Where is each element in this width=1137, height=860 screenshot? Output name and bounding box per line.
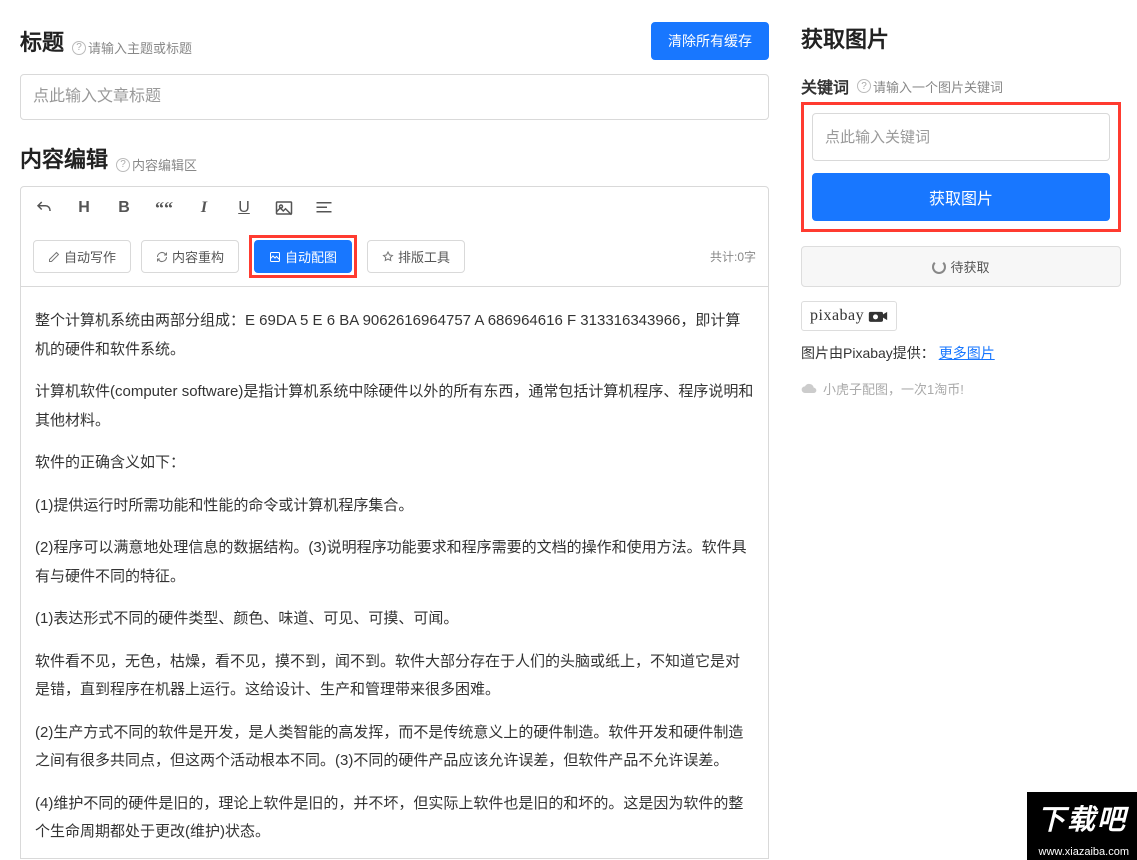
more-images-link[interactable]: 更多图片 [939, 345, 995, 361]
auto-image-button[interactable]: 自动配图 [254, 240, 352, 273]
editor-paragraph: 软件看不见，无色，枯燥，看不见，摸不到，闻不到。软件大部分存在于人们的头脑或纸上… [35, 648, 754, 705]
watermark-logo: 下载吧 [1027, 792, 1137, 844]
title-header: 标题 ? 请输入主题或标题 清除所有缓存 [20, 22, 769, 60]
camera-icon [868, 309, 888, 323]
editor-paragraph: (1)表达形式不同的硬件类型、颜色、味道、可见、可摸、可闻。 [35, 605, 754, 634]
editor-paragraph: (2)生产方式不同的软件是开发，是人类智能的高发挥，而不是传统意义上的硬件制造。… [35, 719, 754, 776]
watermark-url: www.xiazaiba.com [1027, 844, 1137, 860]
editor-paragraph: (1)提供运行时所需功能和性能的命令或计算机程序集合。 [35, 492, 754, 521]
watermark: 下载吧 www.xiazaiba.com [1027, 792, 1137, 860]
clear-cache-button[interactable]: 清除所有缓存 [651, 22, 769, 60]
editor-paragraph: 软件的正确含义如下： [35, 449, 754, 478]
editor-toolbar: H B ““ I U 自动写作 内容重构 [20, 186, 769, 287]
keyword-hint: ? 请输入一个图片关键词 [857, 77, 1003, 96]
bold-icon[interactable]: B [113, 197, 135, 219]
quote-icon[interactable]: ““ [153, 197, 175, 219]
editor-paragraph: 计算机软件(computer software)是指计算机系统中除硬件以外的所有… [35, 378, 754, 435]
get-image-button[interactable]: 获取图片 [812, 173, 1110, 221]
title-hint: ? 请输入主题或标题 [72, 38, 192, 57]
keyword-highlight-box: 获取图片 [801, 102, 1121, 232]
editor-paragraph: (4)维护不同的硬件是旧的，理论上软件是旧的，并不坏，但实际上软件也是旧的和坏的… [35, 790, 754, 847]
question-icon: ? [116, 158, 130, 172]
content-header: 内容编辑 ? 内容编辑区 [20, 142, 769, 174]
editor-paragraph: 整个计算机系统由两部分组成：E 69DA 5 E 6 BA 9062616964… [35, 307, 754, 364]
question-icon: ? [857, 79, 871, 93]
editor-paragraph: (2)程序可以满意地处理信息的数据结构。(3)说明程序功能要求和程序需要的文档的… [35, 534, 754, 591]
waiting-button[interactable]: 待获取 [801, 246, 1121, 287]
get-image-title: 获取图片 [801, 22, 1121, 54]
auto-write-button[interactable]: 自动写作 [33, 240, 131, 273]
auto-image-highlight: 自动配图 [249, 235, 357, 278]
sidebar: 获取图片 关键词 ? 请输入一个图片关键词 获取图片 待获取 pixabay 图… [785, 0, 1137, 860]
align-left-icon[interactable] [313, 197, 335, 219]
editor-body[interactable]: 整个计算机系统由两部分组成：E 69DA 5 E 6 BA 9062616964… [20, 287, 769, 859]
question-icon: ? [72, 41, 86, 55]
cloud-icon [801, 383, 817, 395]
heading-icon[interactable]: H [73, 197, 95, 219]
title-label: 标题 [20, 25, 64, 57]
spinner-icon [932, 260, 946, 274]
keyword-header: 关键词 ? 请输入一个图片关键词 [801, 74, 1121, 98]
note-line: 小虎子配图，一次1淘币! [801, 379, 1121, 398]
content-hint: ? 内容编辑区 [116, 155, 197, 174]
undo-icon[interactable] [33, 197, 55, 219]
pixabay-credit: 图片由Pixabay提供： 更多图片 [801, 343, 1121, 363]
image-icon[interactable] [273, 197, 295, 219]
keyword-label: 关键词 [801, 74, 849, 98]
italic-icon[interactable]: I [193, 197, 215, 219]
content-label: 内容编辑 [20, 142, 108, 174]
pixabay-badge: pixabay [801, 301, 897, 331]
underline-icon[interactable]: U [233, 197, 255, 219]
keyword-input[interactable] [812, 113, 1110, 161]
word-count: 共计:0字 [710, 248, 756, 265]
layout-tool-button[interactable]: 排版工具 [367, 240, 465, 273]
title-input[interactable] [20, 74, 769, 120]
restructure-button[interactable]: 内容重构 [141, 240, 239, 273]
main-column: 标题 ? 请输入主题或标题 清除所有缓存 内容编辑 ? 内容编辑区 H [0, 0, 785, 860]
